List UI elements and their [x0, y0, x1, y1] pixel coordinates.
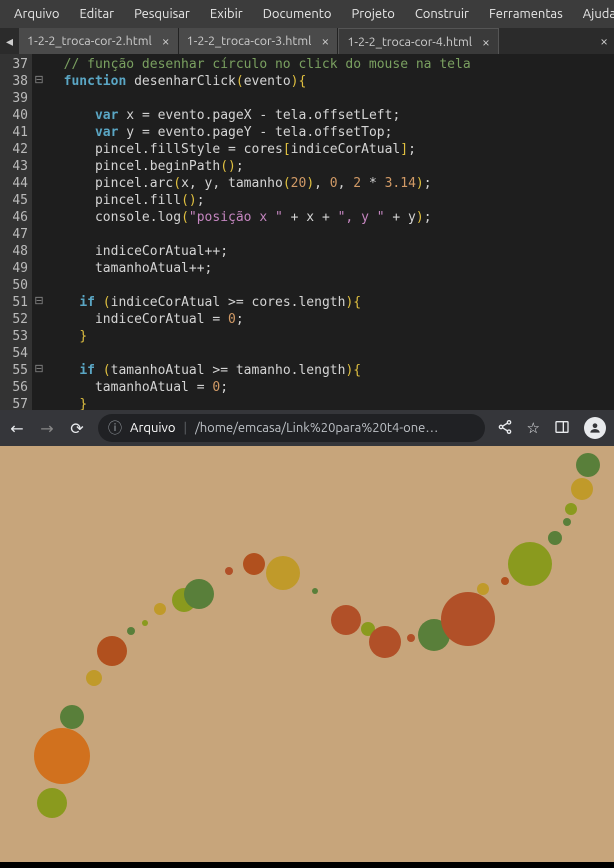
canvas-circle	[142, 620, 148, 626]
profile-avatar-icon[interactable]	[584, 417, 606, 439]
tab-close-icon[interactable]: ×	[162, 33, 170, 49]
canvas-circle	[184, 579, 214, 609]
url-path: /home/emcasa/Link%20para%20t4-one…	[195, 421, 438, 435]
canvas-circle	[369, 626, 401, 658]
tab-label: 1-2-2_troca-cor-2.html	[27, 34, 152, 48]
canvas-circle	[331, 605, 361, 635]
canvas-circle	[37, 788, 67, 818]
canvas-circle	[266, 556, 300, 590]
menubar: ArquivoEditarPesquisarExibirDocumentoPro…	[0, 0, 614, 28]
code-area[interactable]: // função desenhar círculo no click do m…	[46, 54, 614, 410]
canvas-circle	[563, 518, 571, 526]
tab-bar: ◂ 1-2-2_troca-cor-2.html×1-2-2_troca-cor…	[0, 28, 614, 54]
tab-scroll-left-icon[interactable]: ◂	[0, 33, 19, 50]
site-info-icon[interactable]: ⓘ	[108, 418, 122, 438]
canvas-circle	[86, 670, 102, 686]
canvas-circle	[565, 503, 577, 515]
tab-label: 1-2-2_troca-cor-3.html	[187, 34, 312, 48]
menu-item[interactable]: Pesquisar	[124, 3, 200, 25]
share-icon[interactable]	[497, 419, 513, 438]
menu-item[interactable]: Editar	[69, 3, 124, 25]
bookmark-star-icon[interactable]: ☆	[527, 419, 540, 437]
menu-item[interactable]: Arquivo	[4, 3, 69, 25]
canvas-circle	[571, 478, 593, 500]
canvas-circle	[407, 634, 415, 642]
tab[interactable]: 1-2-2_troca-cor-2.html ×	[19, 28, 179, 54]
tab-close-icon[interactable]: ×	[321, 33, 329, 49]
line-number-gutter: 3738394041424344454647484950515253545556…	[0, 54, 32, 410]
canvas-circle	[501, 577, 509, 585]
canvas-circle	[312, 588, 318, 594]
menu-item[interactable]: Exibir	[200, 3, 253, 25]
tab-label: 1-2-2_troca-cor-4.html	[347, 35, 472, 49]
tab-close-icon[interactable]: ×	[482, 34, 490, 50]
canvas-circle	[441, 592, 495, 646]
canvas-circle	[97, 636, 127, 666]
url-separator: |	[183, 421, 187, 435]
canvas-circle	[508, 542, 552, 586]
tab[interactable]: 1-2-2_troca-cor-4.html ×	[338, 28, 499, 54]
menu-item[interactable]: Ferramentas	[479, 3, 573, 25]
back-icon[interactable]: ←	[8, 419, 26, 438]
menu-item[interactable]: Projeto	[341, 3, 404, 25]
toolbar-right-cluster: ☆	[497, 417, 606, 439]
tab[interactable]: 1-2-2_troca-cor-3.html ×	[179, 28, 339, 54]
canvas-circle	[477, 583, 489, 595]
canvas-circle	[154, 603, 166, 615]
canvas-circle	[548, 531, 562, 545]
drawing-canvas[interactable]	[0, 446, 614, 862]
menu-item[interactable]: Ajuda	[573, 3, 614, 25]
canvas-circle	[225, 567, 233, 575]
canvas-circle	[127, 627, 135, 635]
url-scheme-label: Arquivo	[130, 421, 175, 435]
url-box[interactable]: ⓘ Arquivo | /home/emcasa/Link%20para%20t…	[98, 414, 485, 442]
canvas-circle	[243, 553, 265, 575]
reload-icon[interactable]: ⟳	[68, 419, 86, 438]
forward-icon[interactable]: →	[38, 419, 56, 438]
canvas-circle	[60, 705, 84, 729]
fold-column[interactable]: ⊟ ⊟ ⊟	[32, 54, 46, 410]
menu-item[interactable]: Construir	[405, 3, 479, 25]
menu-item[interactable]: Documento	[253, 3, 342, 25]
canvas-circle	[576, 453, 600, 477]
canvas-circle	[34, 728, 90, 784]
code-editor[interactable]: 3738394041424344454647484950515253545556…	[0, 54, 614, 410]
panel-icon[interactable]	[554, 419, 570, 438]
browser-toolbar: ← → ⟳ ⓘ Arquivo | /home/emcasa/Link%20pa…	[0, 410, 614, 446]
tab-close-icon[interactable]: ×	[594, 33, 614, 49]
